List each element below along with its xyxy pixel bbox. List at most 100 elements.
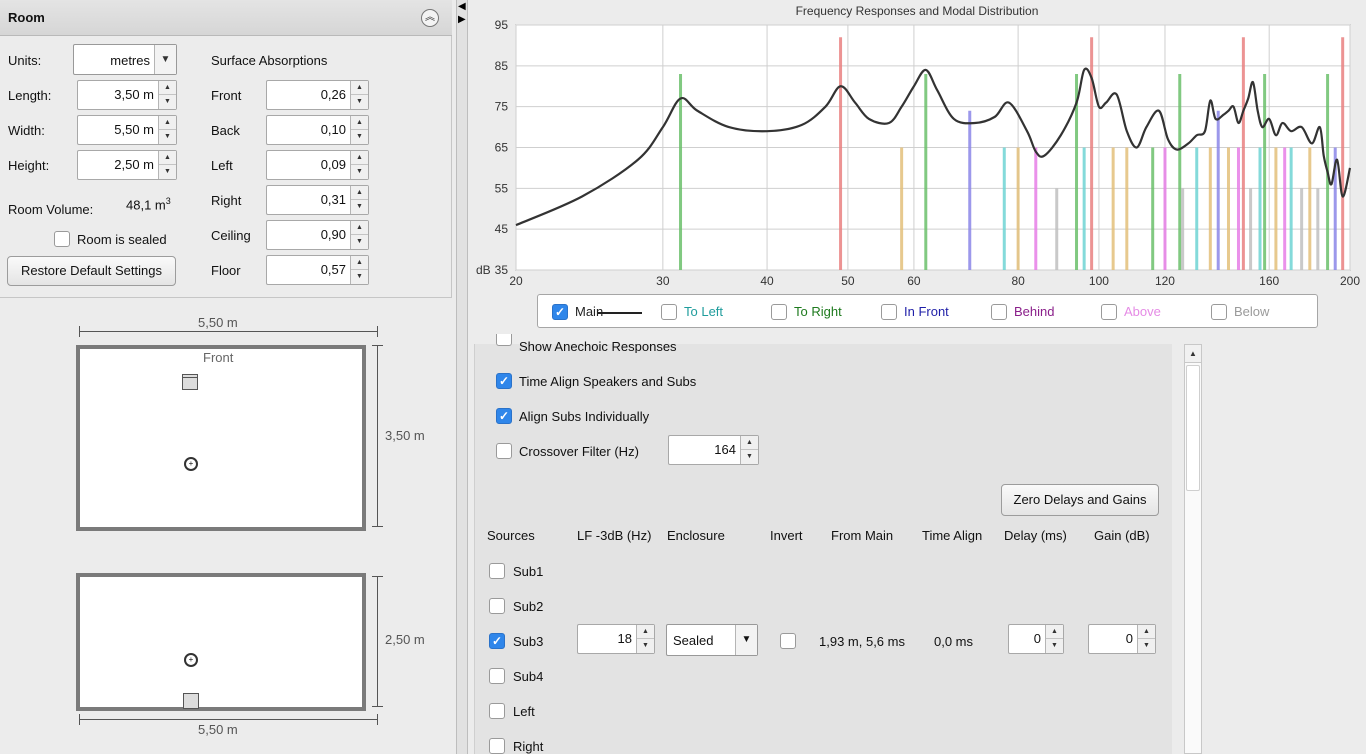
scrollbar-thumb[interactable] xyxy=(1186,365,1200,491)
source-checkbox[interactable] xyxy=(489,668,505,684)
surface-front-spinner[interactable]: 0,26 ▲ ▼ xyxy=(266,80,369,110)
decrement-icon[interactable]: ▼ xyxy=(1046,639,1063,653)
listener-icon[interactable]: + xyxy=(184,653,198,667)
expand-right-icon[interactable]: ▶ xyxy=(458,14,466,25)
increment-icon[interactable]: ▲ xyxy=(351,186,368,200)
length-spinner[interactable]: 3,50 m ▲ ▼ xyxy=(77,80,177,110)
increment-icon[interactable]: ▲ xyxy=(159,151,176,165)
modal-line xyxy=(1016,147,1020,270)
from-main-value: 1,93 m, 5,6 ms xyxy=(819,634,905,649)
increment-icon[interactable]: ▲ xyxy=(159,116,176,130)
decrement-icon[interactable]: ▼ xyxy=(351,200,368,214)
legend-checkbox[interactable] xyxy=(1101,304,1117,320)
sources-panel: Show Anechoic Responses ✓ Time Align Spe… xyxy=(474,334,1172,754)
decrement-icon[interactable]: ▼ xyxy=(159,165,176,179)
surface-ceiling-spinner[interactable]: 0,90 ▲ ▼ xyxy=(266,220,369,250)
decrement-icon[interactable]: ▼ xyxy=(741,450,758,464)
increment-icon[interactable]: ▲ xyxy=(159,81,176,95)
scroll-up-icon[interactable]: ▲ xyxy=(1185,345,1201,363)
surface-back-spinner[interactable]: 0,10 ▲ ▼ xyxy=(266,115,369,145)
anechoic-checkbox[interactable] xyxy=(496,334,512,346)
delay-spinner[interactable]: 0 ▲ ▼ xyxy=(1008,624,1064,654)
legend-checkbox[interactable]: ✓ xyxy=(552,304,568,320)
room-sealed-checkbox[interactable] xyxy=(54,231,70,247)
decrement-icon[interactable]: ▼ xyxy=(159,130,176,144)
align-subs-checkbox[interactable]: ✓ xyxy=(496,408,512,424)
modal-line xyxy=(1289,147,1293,270)
decrement-icon[interactable]: ▼ xyxy=(637,639,654,653)
crossover-spinner[interactable]: 164 ▲ ▼ xyxy=(668,435,759,465)
right-height-dimension-line xyxy=(377,576,378,707)
modal-line xyxy=(1274,147,1278,270)
y-tick-label: 35 xyxy=(495,263,509,277)
legend-item-label: To Right xyxy=(794,304,842,319)
frequency-chart: Frequency Responses and Modal Distributi… xyxy=(468,0,1366,340)
source-checkbox[interactable] xyxy=(489,738,505,754)
decrement-icon[interactable]: ▼ xyxy=(351,235,368,249)
legend-checkbox[interactable] xyxy=(881,304,897,320)
collapse-icon[interactable]: ︽ xyxy=(421,9,439,27)
vertical-scrollbar[interactable]: ▲ xyxy=(1184,344,1202,754)
decrement-icon[interactable]: ▼ xyxy=(1138,639,1155,653)
source-checkbox[interactable] xyxy=(489,598,505,614)
subwoofer-icon[interactable] xyxy=(183,693,199,709)
increment-icon[interactable]: ▲ xyxy=(351,221,368,235)
restore-defaults-button[interactable]: Restore Default Settings xyxy=(7,256,176,286)
splitter-arrows[interactable]: ◀ ▶ xyxy=(458,0,466,26)
source-checkbox[interactable] xyxy=(489,703,505,719)
modal-line xyxy=(1241,37,1245,270)
source-checkbox[interactable] xyxy=(489,563,505,579)
decrement-icon[interactable]: ▼ xyxy=(351,165,368,179)
bottom-width-dimension-line xyxy=(79,719,377,720)
listener-icon[interactable]: + xyxy=(184,457,198,471)
increment-icon[interactable]: ▲ xyxy=(637,625,654,639)
surface-left-spinner[interactable]: 0,09 ▲ ▼ xyxy=(266,150,369,180)
legend-checkbox[interactable] xyxy=(991,304,1007,320)
increment-icon[interactable]: ▲ xyxy=(351,116,368,130)
gain-spinner[interactable]: 0 ▲ ▼ xyxy=(1088,624,1156,654)
collapse-left-icon[interactable]: ◀ xyxy=(458,1,466,12)
x-tick-label: 30 xyxy=(656,274,670,288)
legend-item-label: In Front xyxy=(904,304,949,319)
increment-icon[interactable]: ▲ xyxy=(351,256,368,270)
enclosure-select[interactable]: Sealed ▼ xyxy=(666,624,758,656)
legend-checkbox[interactable] xyxy=(661,304,677,320)
x-tick-label: 120 xyxy=(1155,274,1175,288)
crossover-value: 164 xyxy=(714,442,736,457)
modal-line xyxy=(968,110,972,270)
decrement-icon[interactable]: ▼ xyxy=(159,95,176,109)
room-volume-value: 48,1 m3 xyxy=(126,196,171,213)
increment-icon[interactable]: ▲ xyxy=(351,81,368,95)
decrement-icon[interactable]: ▼ xyxy=(351,130,368,144)
lf-spinner[interactable]: 18 ▲ ▼ xyxy=(577,624,655,654)
speaker-icon[interactable] xyxy=(182,374,198,390)
modal-line xyxy=(1308,147,1312,270)
increment-icon[interactable]: ▲ xyxy=(1046,625,1063,639)
lf-value: 18 xyxy=(617,631,632,646)
legend-checkbox[interactable] xyxy=(1211,304,1227,320)
dimension-tick xyxy=(79,326,80,337)
dimension-tick xyxy=(372,706,383,707)
time-align-checkbox[interactable]: ✓ xyxy=(496,373,512,389)
panel-splitter[interactable] xyxy=(456,0,468,754)
decrement-icon[interactable]: ▼ xyxy=(351,95,368,109)
chart-legend: ✓ Main To Left To Right In Front Behind Above B… xyxy=(537,294,1318,328)
width-spinner[interactable]: 5,50 m ▲ ▼ xyxy=(77,115,177,145)
units-select[interactable]: metres ▼ xyxy=(73,44,177,75)
increment-icon[interactable]: ▲ xyxy=(351,151,368,165)
height-spinner[interactable]: 2,50 m ▲ ▼ xyxy=(77,150,177,180)
surface-floor-spinner[interactable]: 0,57 ▲ ▼ xyxy=(266,255,369,285)
delay-value: 0 xyxy=(1033,631,1041,646)
surface-right-spinner[interactable]: 0,31 ▲ ▼ xyxy=(266,185,369,215)
column-header: LF -3dB (Hz) xyxy=(577,528,652,543)
zero-delays-gains-button[interactable]: Zero Delays and Gains xyxy=(1001,484,1159,516)
x-tick-label: 40 xyxy=(760,274,774,288)
increment-icon[interactable]: ▲ xyxy=(741,436,758,450)
crossover-checkbox[interactable] xyxy=(496,443,512,459)
legend-checkbox[interactable] xyxy=(771,304,787,320)
invert-checkbox[interactable] xyxy=(780,633,796,649)
increment-icon[interactable]: ▲ xyxy=(1138,625,1155,639)
x-tick-label: 200 xyxy=(1340,274,1360,288)
source-checkbox[interactable]: ✓ xyxy=(489,633,505,649)
decrement-icon[interactable]: ▼ xyxy=(351,270,368,284)
